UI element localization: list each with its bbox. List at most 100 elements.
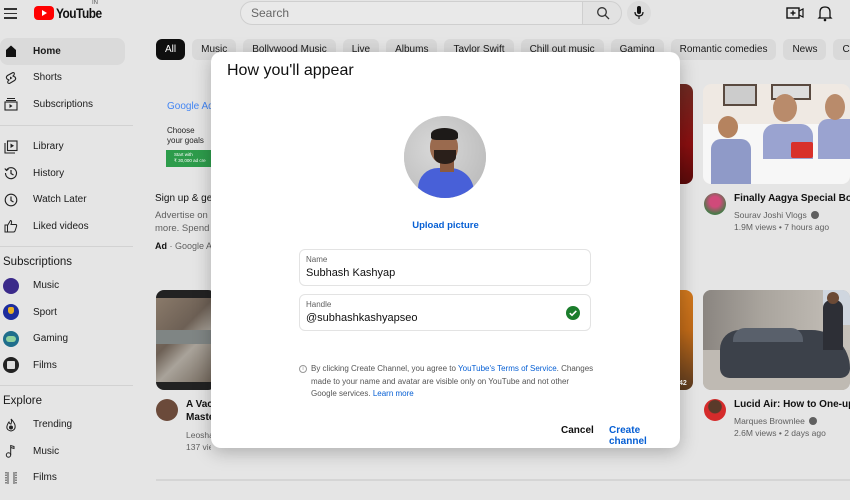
- sidebar-item-label: Watch Later: [33, 194, 87, 206]
- trending-icon: [6, 418, 16, 432]
- video-title-line1[interactable]: A Vacu: [186, 399, 211, 410]
- info-icon: i: [299, 365, 307, 373]
- film-icon: [5, 471, 17, 484]
- youtube-logo[interactable]: YouTube: [34, 5, 110, 21]
- subscription-films[interactable]: Films: [0, 352, 140, 379]
- sidebar-item-label: Shorts: [33, 72, 62, 84]
- explore-heading: Explore: [3, 394, 42, 407]
- history-icon: [4, 167, 17, 180]
- bell-icon[interactable]: [816, 4, 834, 22]
- cancel-button[interactable]: Cancel: [561, 425, 594, 436]
- chip-all[interactable]: All: [156, 39, 186, 60]
- video-stats: 137 view: [186, 442, 211, 452]
- terms-notice: By clicking Create Channel, you agree to…: [311, 363, 596, 401]
- youtube-page: YouTube IN Search Home Shorts Subscripti…: [0, 0, 850, 500]
- channel-name[interactable]: Leosha: [186, 430, 211, 440]
- ad-headline: Choose your goals: [167, 126, 204, 145]
- subscriptions-icon: [4, 98, 18, 111]
- sidebar-item-label: Library: [33, 141, 64, 153]
- video-title-line2[interactable]: Maste: [186, 412, 211, 423]
- channel-name-text: Marques Brownlee: [734, 416, 805, 426]
- channel-avatar-films: [3, 357, 19, 373]
- top-bar: YouTube IN Search: [0, 0, 850, 28]
- section-divider: [156, 479, 850, 481]
- like-icon: [4, 219, 18, 233]
- subscription-gaming[interactable]: Gaming: [0, 326, 140, 353]
- country-code: IN: [92, 0, 98, 6]
- sidebar-item-home[interactable]: Home: [0, 38, 125, 65]
- ad-label: Ad: [155, 241, 167, 251]
- verified-badge-icon: [811, 211, 820, 219]
- sidebar-item-subscriptions[interactable]: Subscriptions: [0, 91, 140, 118]
- sidebar-item-watch-later[interactable]: Watch Later: [0, 187, 140, 214]
- channel-avatar[interactable]: [156, 399, 178, 421]
- terms-of-service-link[interactable]: YouTube's Terms of Service: [458, 364, 557, 373]
- sidebar-divider: [0, 384, 133, 386]
- channel-avatar[interactable]: [704, 193, 726, 215]
- sidebar-item-trending[interactable]: Trending: [0, 412, 140, 439]
- verified-badge-icon: [809, 417, 818, 425]
- sidebar-divider: [0, 124, 133, 126]
- subscription-music[interactable]: Music: [0, 273, 140, 300]
- voice-search-button[interactable]: [627, 1, 651, 25]
- video-thumbnail[interactable]: [703, 84, 850, 184]
- chip-comedy[interactable]: Comedy: [833, 39, 850, 60]
- sidebar-item-shorts[interactable]: Shorts: [0, 65, 140, 92]
- sidebar-item-label: Trending: [33, 419, 73, 431]
- sidebar-item-label: Liked videos: [33, 220, 89, 232]
- sidebar-item-label: Home: [33, 45, 61, 57]
- video-stats: 1.9M views • 7 hours ago: [734, 222, 830, 232]
- channel-avatar[interactable]: [704, 399, 726, 421]
- ad-offer-badge: Start with ₹ 30,000 ad cre: [166, 150, 211, 167]
- sidebar-item-library[interactable]: Library: [0, 134, 140, 161]
- sidebar-item-label: Subscriptions: [33, 98, 94, 110]
- menu-icon[interactable]: [4, 5, 20, 21]
- channel-name-text: Sourav Joshi Vlogs: [734, 210, 807, 220]
- ad-offer-line2: ₹ 30,000 ad cre: [174, 158, 206, 163]
- sidebar-item-liked-videos[interactable]: Liked videos: [0, 213, 140, 240]
- handle-input[interactable]: @subhashkashyapseo: [306, 312, 417, 324]
- shorts-icon: [5, 71, 17, 84]
- library-icon: [4, 139, 18, 154]
- search-input[interactable]: Search: [240, 1, 583, 25]
- video-thumbnail[interactable]: [703, 290, 850, 390]
- name-field-label: Name: [306, 255, 328, 264]
- learn-more-link[interactable]: Learn more: [373, 389, 414, 398]
- video-title[interactable]: Lucid Air: How to One-up Tes: [734, 399, 850, 410]
- advertiser-name: · Google A: [169, 241, 211, 251]
- sidebar-item-label: Films: [33, 359, 57, 371]
- chip-romantic-comedies[interactable]: Romantic comedies: [670, 39, 777, 60]
- video-thumbnail[interactable]: [156, 290, 216, 390]
- sidebar-item-label: Music: [33, 280, 60, 292]
- channel-avatar-sport: [3, 304, 19, 320]
- name-field[interactable]: Name Subhash Kashyap: [299, 249, 591, 286]
- search-icon: [597, 7, 610, 20]
- terms-text-prefix: By clicking Create Channel, you agree to: [311, 364, 459, 373]
- sidebar: Home Shorts Subscriptions Library Histor…: [0, 38, 140, 491]
- home-icon: [6, 45, 16, 57]
- create-video-icon[interactable]: [786, 5, 804, 21]
- name-input[interactable]: Subhash Kashyap: [306, 267, 395, 279]
- channel-avatar-music: [3, 277, 19, 294]
- sidebar-item-label: Music: [33, 445, 60, 457]
- music-note-icon: [5, 444, 15, 458]
- video-title[interactable]: Finally Aagya Special Box 😍: [734, 193, 850, 204]
- subscription-sport[interactable]: Sport: [0, 299, 140, 326]
- handle-field-label: Handle: [306, 300, 332, 309]
- ad-brand: Google Ad: [167, 101, 214, 112]
- sidebar-item-history[interactable]: History: [0, 160, 140, 187]
- chip-news[interactable]: News: [783, 39, 827, 60]
- channel-name[interactable]: Marques Brownlee: [734, 416, 850, 426]
- upload-picture-link[interactable]: Upload picture: [211, 220, 680, 231]
- sidebar-item-explore-music[interactable]: Music: [0, 438, 140, 465]
- profile-avatar[interactable]: [404, 116, 486, 198]
- sidebar-item-explore-films[interactable]: Films: [0, 465, 140, 492]
- search-button[interactable]: [582, 1, 622, 25]
- video-stats: 2.6M views • 2 days ago: [734, 428, 826, 438]
- handle-field[interactable]: Handle @subhashkashyapseo: [299, 294, 591, 331]
- channel-name[interactable]: Sourav Joshi Vlogs: [734, 210, 850, 220]
- ad-description-line1: Advertise on G: [155, 210, 211, 221]
- create-channel-button[interactable]: Create channel: [609, 425, 680, 447]
- sidebar-item-label: Sport: [33, 306, 57, 318]
- sidebar-divider: [0, 245, 133, 247]
